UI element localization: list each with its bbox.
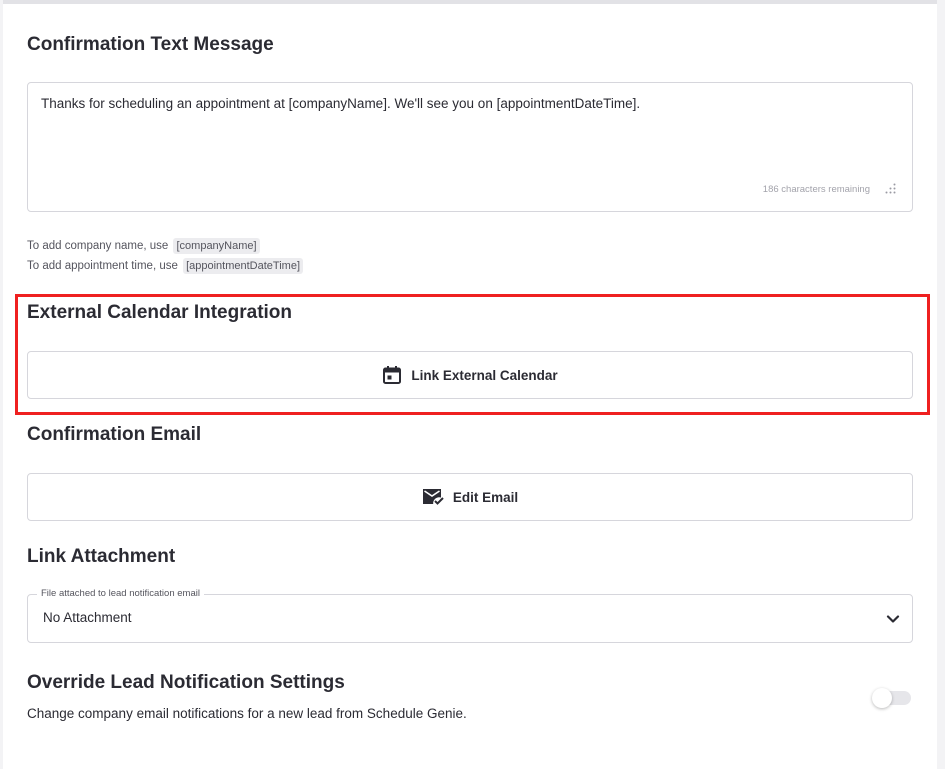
email-check-icon <box>422 489 444 505</box>
attachment-select[interactable]: File attached to lead notification email… <box>27 588 913 643</box>
confirmation-message-textarea[interactable]: Thanks for scheduling an appointment at … <box>27 82 913 212</box>
appointment-time-token: [appointmentDateTime] <box>183 258 304 274</box>
char-count: 186 characters remaining <box>762 184 870 195</box>
resize-handle-icon[interactable] <box>885 183 896 194</box>
link-attachment-title: Link Attachment <box>27 546 176 567</box>
override-notifications-toggle[interactable] <box>871 687 913 709</box>
hint-time-text: To add appointment time, use <box>27 260 178 272</box>
hint-company-name: To add company name, use [companyName] <box>27 238 260 254</box>
link-external-calendar-label: Link External Calendar <box>411 367 558 383</box>
calendar-icon <box>383 366 402 384</box>
toggle-thumb <box>872 688 892 708</box>
hint-appointment-time: To add appointment time, use [appointmen… <box>27 258 304 274</box>
link-external-calendar-button[interactable]: Link External Calendar <box>27 351 913 399</box>
confirmation-email-title: Confirmation Email <box>27 424 202 445</box>
edit-email-label: Edit Email <box>452 489 519 505</box>
attachment-select-value: No Attachment <box>43 610 132 625</box>
external-calendar-title: External Calendar Integration <box>27 302 293 323</box>
settings-panel: Confirmation Text Message Thanks for sch… <box>3 0 937 769</box>
confirmation-message-value[interactable]: Thanks for scheduling an appointment at … <box>41 96 640 111</box>
confirmation-text-title: Confirmation Text Message <box>27 34 274 55</box>
override-notifications-description: Change company email notifications for a… <box>27 706 467 721</box>
override-notifications-title: Override Lead Notification Settings <box>27 672 345 693</box>
company-name-token: [companyName] <box>173 238 260 254</box>
chevron-down-icon <box>886 615 900 623</box>
edit-email-button[interactable]: Edit Email <box>27 473 913 521</box>
attachment-select-label: File attached to lead notification email <box>37 588 204 599</box>
hint-company-text: To add company name, use <box>27 240 169 252</box>
